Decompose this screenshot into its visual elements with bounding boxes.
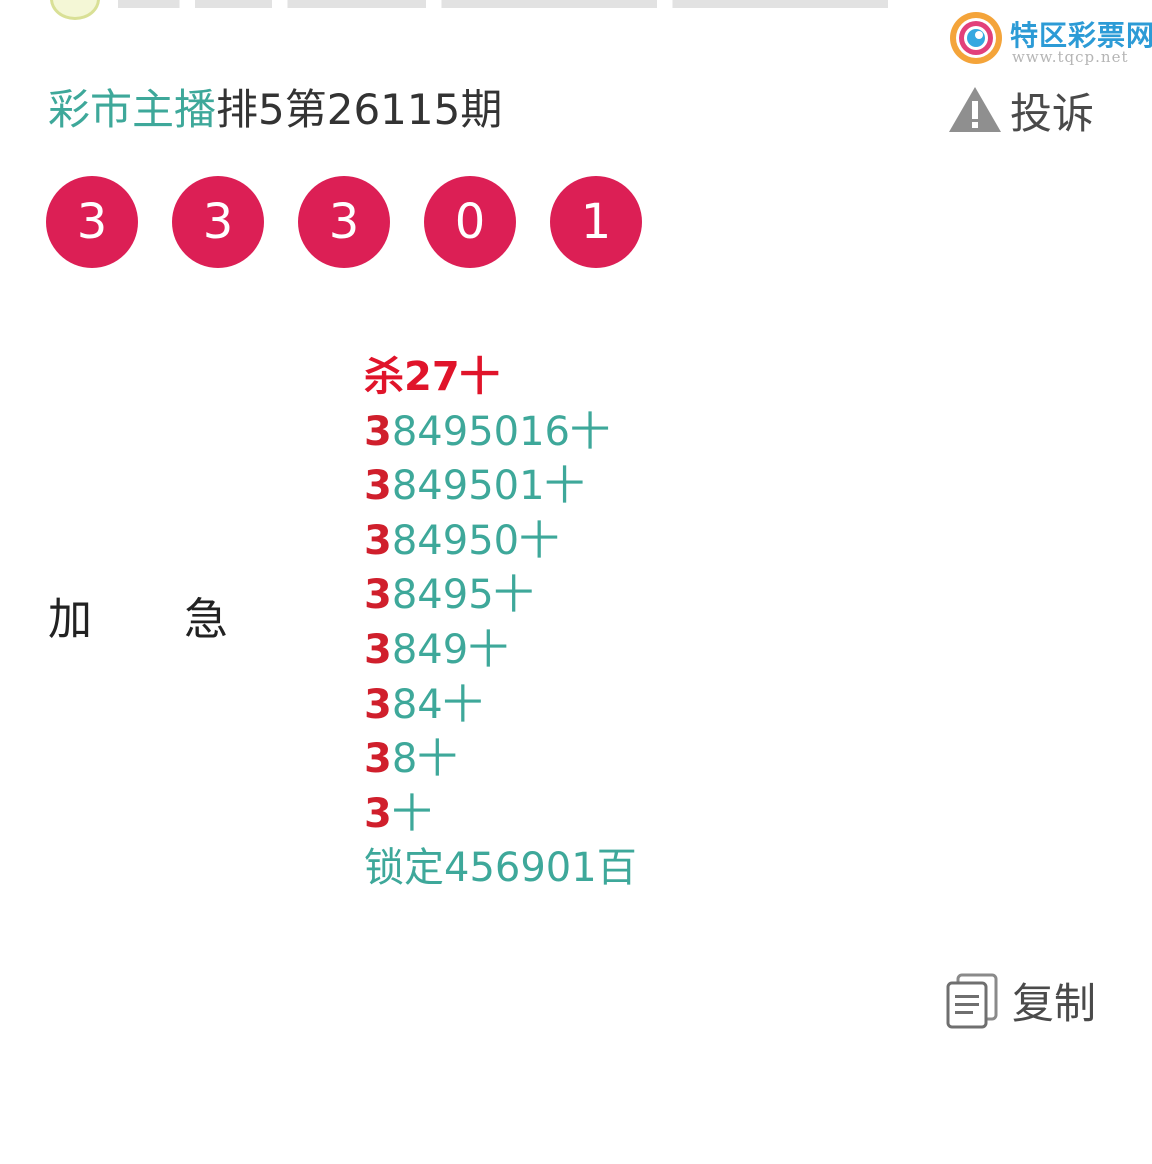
copy-icon <box>946 973 998 1029</box>
issue-title: 排5第26115期 <box>216 85 503 134</box>
line-lead: 3 <box>364 681 392 728</box>
line-lead: 3 <box>364 626 392 673</box>
line-lead: 3 <box>364 572 392 619</box>
line-lead: 锁定 <box>364 845 444 892</box>
result-ball: 0 <box>424 176 516 268</box>
prediction-line: 杀27十 <box>364 350 637 405</box>
line-lead: 3 <box>364 790 392 837</box>
complain-button[interactable]: 投诉 <box>946 82 1094 138</box>
result-ball: 1 <box>550 176 642 268</box>
prediction-line: 384950十 <box>364 514 637 569</box>
line-rest: 456901百 <box>444 845 637 892</box>
result-ball: 3 <box>46 176 138 268</box>
warning-icon <box>949 87 1001 132</box>
line-rest: 849十 <box>391 626 509 673</box>
line-rest: 849501十 <box>391 463 585 510</box>
line-lead: 3 <box>364 517 392 564</box>
complain-label: 投诉 <box>1010 88 1095 138</box>
post-title: 彩市主播排5第26115期 <box>48 80 502 140</box>
site-watermark: 特区彩票网 www.tqcp.net <box>946 8 1152 70</box>
prediction-line: 38495016十 <box>364 405 637 460</box>
side-label-urgent: 急 <box>184 594 228 645</box>
prediction-line: 384十 <box>364 678 637 733</box>
header-text-cut <box>118 0 888 8</box>
prediction-line: 3十 <box>364 787 637 842</box>
prediction-line: 38十 <box>364 732 637 787</box>
line-lead: 3 <box>364 408 392 455</box>
line-rest: 27十 <box>404 354 500 400</box>
draw-result-balls: 3 3 3 0 1 <box>46 176 642 268</box>
line-lead: 3 <box>364 463 392 510</box>
line-lead: 3 <box>364 736 392 783</box>
side-label-add: 加 <box>48 594 92 645</box>
author-name[interactable]: 彩市主播 <box>48 85 216 134</box>
site-logo-icon <box>950 12 1002 64</box>
line-rest: 8十 <box>391 736 458 783</box>
prediction-line: 3849501十 <box>364 459 637 514</box>
line-rest: 8495016十 <box>391 408 610 455</box>
line-rest: 十 <box>391 790 432 837</box>
prediction-line: 3849十 <box>364 623 637 678</box>
line-lead: 杀 <box>364 354 404 400</box>
line-rest: 84950十 <box>391 517 560 564</box>
avatar <box>50 0 100 20</box>
result-ball: 3 <box>298 176 390 268</box>
result-ball: 3 <box>172 176 264 268</box>
line-rest: 84十 <box>391 681 483 728</box>
prediction-line: 38495十 <box>364 568 637 623</box>
prediction-line-lock: 锁定456901百 <box>364 841 637 896</box>
copy-button[interactable]: 复制 <box>944 970 1096 1030</box>
site-url: www.tqcp.net <box>1012 48 1129 66</box>
prediction-lines: 杀27十 38495016十 3849501十 384950十 38495十 3… <box>364 350 637 896</box>
line-rest: 8495十 <box>391 572 534 619</box>
copy-label: 复制 <box>1012 978 1097 1028</box>
